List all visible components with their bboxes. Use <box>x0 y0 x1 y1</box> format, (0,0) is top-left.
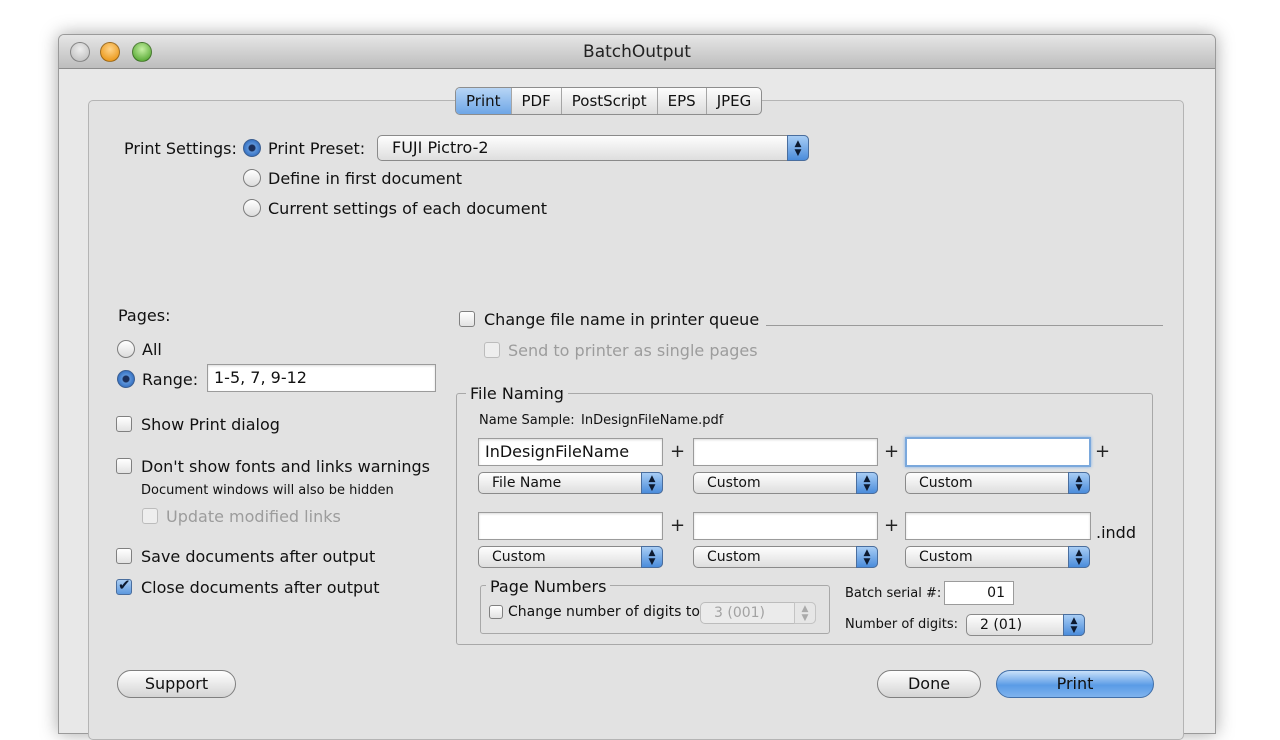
name-part-5-select-value: Custom <box>707 549 761 565</box>
print-button[interactable]: Print <box>996 670 1154 698</box>
batch-serial-label: Batch serial #: <box>845 586 942 601</box>
page-digits-value: 3 (001) <box>714 605 766 621</box>
page-numbers-legend: Page Numbers <box>486 577 611 596</box>
name-part-1-select-value: File Name <box>492 475 562 491</box>
file-naming-legend: File Naming <box>466 384 568 403</box>
show-print-dialog-label: Show Print dialog <box>141 415 280 434</box>
print-preset-radio[interactable] <box>243 139 261 157</box>
change-digits-label: Change number of digits to: <box>508 604 705 620</box>
tab-pdf[interactable]: PDF <box>512 88 562 114</box>
name-part-4-input[interactable] <box>478 512 663 540</box>
save-after-output-checkbox[interactable] <box>116 548 132 564</box>
pages-range-radio[interactable] <box>117 370 135 388</box>
tab-postscript[interactable]: PostScript <box>562 88 658 114</box>
name-part-2-select[interactable]: Custom ▲ ▼ <box>693 472 878 494</box>
update-links-checkbox[interactable] <box>142 508 158 524</box>
save-after-output-label: Save documents after output <box>141 547 376 566</box>
name-part-5-select[interactable]: Custom ▲ ▼ <box>693 546 878 568</box>
hidden-windows-note: Document windows will also be hidden <box>141 483 394 498</box>
number-of-digits-label: Number of digits: <box>845 617 958 632</box>
name-part-1-input[interactable]: InDesignFileName <box>478 438 663 466</box>
done-button[interactable]: Done <box>877 670 981 698</box>
single-pages-label: Send to printer as single pages <box>508 341 758 360</box>
up-down-arrows-icon: ▲ ▼ <box>641 546 663 568</box>
close-after-output-checkbox[interactable] <box>116 576 132 595</box>
page-digits-select[interactable]: 3 (001) ▲ ▼ <box>700 602 816 624</box>
name-part-6-input[interactable] <box>905 512 1091 540</box>
plus-sign-3: + <box>1095 441 1111 462</box>
change-file-name-checkbox[interactable] <box>459 311 475 327</box>
print-preset-value: FUJI Pictro-2 <box>392 138 489 157</box>
up-down-arrows-icon: ▲ ▼ <box>794 602 816 624</box>
name-part-3-select[interactable]: Custom ▲ ▼ <box>905 472 1090 494</box>
file-extension-label: .indd <box>1096 523 1136 542</box>
pages-range-label: Range: <box>142 370 199 389</box>
plus-sign-5: + <box>884 515 900 536</box>
name-part-6-select[interactable]: Custom ▲ ▼ <box>905 546 1090 568</box>
dont-show-warnings-label: Don't show fonts and links warnings <box>141 457 431 476</box>
up-down-arrows-icon: ▲ ▼ <box>1063 614 1085 636</box>
define-first-document-label: Define in first document <box>268 169 463 188</box>
dont-show-warnings-checkbox[interactable] <box>116 458 132 474</box>
plus-sign-4: + <box>670 515 686 536</box>
name-part-1-select[interactable]: File Name ▲ ▼ <box>478 472 663 494</box>
plus-sign-2: + <box>884 441 900 462</box>
name-sample-value: InDesignFileName.pdf <box>581 413 724 428</box>
current-settings-label: Current settings of each document <box>268 199 547 218</box>
up-down-arrows-icon: ▲ ▼ <box>856 546 878 568</box>
name-part-2-input[interactable] <box>693 438 878 466</box>
print-preset-select[interactable]: FUJI Pictro-2 ▲ ▼ <box>377 135 809 161</box>
name-part-4-select[interactable]: Custom ▲ ▼ <box>478 546 663 568</box>
separator-line <box>766 325 1163 326</box>
up-down-arrows-icon: ▲ ▼ <box>1068 472 1090 494</box>
up-down-arrows-icon: ▲ ▼ <box>641 472 663 494</box>
window-title: BatchOutput <box>583 42 691 62</box>
batch-serial-input[interactable]: 01 <box>944 581 1014 605</box>
output-format-tabs: Print PDF PostScript EPS JPEG <box>455 87 763 115</box>
tab-eps[interactable]: EPS <box>658 88 707 114</box>
tab-print[interactable]: Print <box>456 88 512 114</box>
pages-range-input[interactable]: 1-5, 7, 9-12 <box>207 364 436 392</box>
name-part-3-select-value: Custom <box>919 475 973 491</box>
up-down-arrows-icon: ▲ ▼ <box>856 472 878 494</box>
pages-label: Pages: <box>118 306 171 325</box>
name-part-5-input[interactable] <box>693 512 878 540</box>
pages-all-radio[interactable] <box>117 340 135 358</box>
plus-sign-1: + <box>670 441 686 462</box>
name-part-4-select-value: Custom <box>492 549 546 565</box>
up-down-arrows-icon: ▲ ▼ <box>1068 546 1090 568</box>
current-settings-radio[interactable] <box>243 199 261 217</box>
support-button[interactable]: Support <box>117 670 236 698</box>
name-part-6-select-value: Custom <box>919 549 973 565</box>
name-sample-label: Name Sample: <box>479 413 575 428</box>
change-digits-checkbox[interactable] <box>489 605 503 619</box>
show-print-dialog-checkbox[interactable] <box>116 416 132 432</box>
print-preset-label: Print Preset: <box>268 139 366 158</box>
number-of-digits-select[interactable]: 2 (01) ▲ ▼ <box>966 614 1085 636</box>
tab-jpeg[interactable]: JPEG <box>707 88 762 114</box>
update-links-label: Update modified links <box>166 507 341 526</box>
change-file-name-label: Change file name in printer queue <box>484 310 760 329</box>
pages-all-label: All <box>142 340 162 359</box>
close-after-output-label: Close documents after output <box>141 578 380 597</box>
name-part-3-input[interactable] <box>905 437 1091 467</box>
number-of-digits-value: 2 (01) <box>980 617 1023 633</box>
define-first-document-radio[interactable] <box>243 169 261 187</box>
print-settings-label: Print Settings: <box>124 139 237 158</box>
up-down-arrows-icon: ▲ ▼ <box>787 135 809 161</box>
name-part-2-select-value: Custom <box>707 475 761 491</box>
title-bar: BatchOutput <box>59 35 1215 69</box>
single-pages-checkbox[interactable] <box>484 342 500 358</box>
